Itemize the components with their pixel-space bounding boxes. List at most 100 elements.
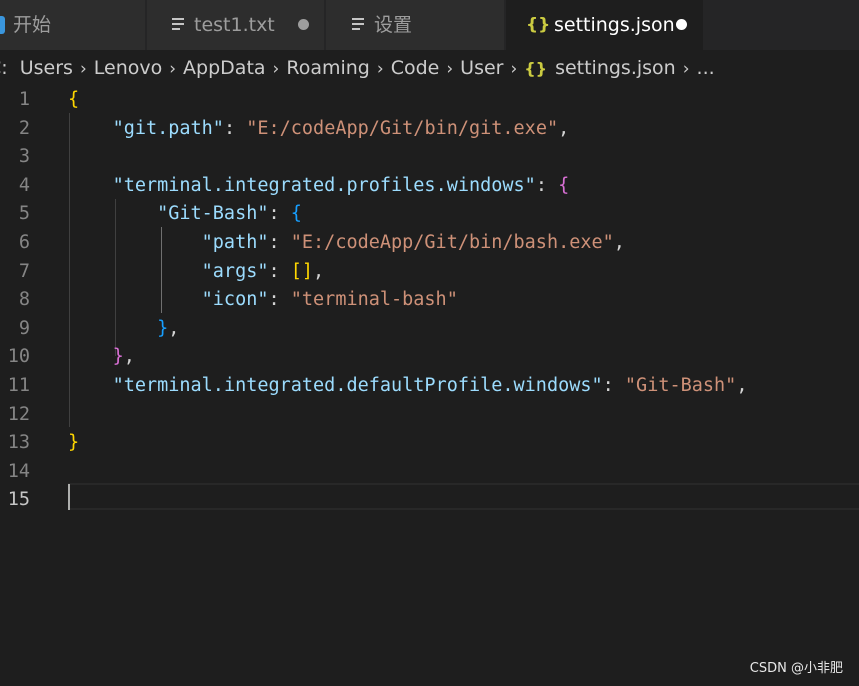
line-number: 4 — [18, 174, 30, 196]
chevron-right-icon: › — [446, 59, 454, 79]
code-token: , — [168, 317, 180, 339]
json-braces-icon: {} — [526, 15, 551, 35]
code-line[interactable]: 7 "args": [], — [0, 258, 859, 287]
code-text: } — [68, 429, 79, 458]
code-text: { — [68, 86, 79, 115]
code-line[interactable]: 13} — [0, 429, 859, 458]
code-text: "terminal.integrated.profiles.windows": … — [68, 172, 570, 201]
chevron-right-icon: › — [510, 59, 518, 79]
tab-settings-json[interactable]: {} settings.json — [506, 0, 703, 50]
code-text: "Git-Bash": { — [68, 200, 302, 229]
code-token: "Git-Bash" — [624, 375, 737, 396]
line-number: 5 — [18, 203, 30, 225]
code-line[interactable]: 10 }, — [0, 343, 859, 372]
line-number: 8 — [18, 289, 30, 311]
code-token: : — [535, 174, 559, 196]
code-token: : — [268, 203, 291, 225]
code-line[interactable]: 3 — [0, 143, 859, 172]
code-token: "args" — [201, 260, 269, 282]
breadcrumb: C: Users › Lenovo › AppData › Roaming › Code › Use… — [0, 50, 859, 86]
code-token: "terminal.integrated.defaultProfile.wind… — [112, 375, 603, 396]
code-line[interactable]: 12 — [0, 401, 859, 430]
chevron-right-icon: › — [376, 59, 384, 79]
chevron-right-icon: › — [79, 59, 87, 79]
code-token: "path" — [201, 232, 269, 253]
line-number: 11 — [7, 375, 30, 396]
code-line[interactable]: 14 — [0, 458, 859, 487]
code-editor[interactable]: 1{2 "git.path": "E:/codeApp/Git/bin/git.… — [0, 86, 859, 686]
code-line[interactable]: 15 — [0, 486, 859, 515]
code-token: "Git-Bash" — [157, 203, 269, 225]
code-line[interactable]: 9 }, — [0, 315, 859, 344]
tab-label: 设置 — [374, 14, 413, 36]
code-token: "E:/codeApp/Git/bin/git.exe" — [246, 117, 559, 139]
breadcrumb-item-file[interactable]: settings.json — [555, 57, 676, 79]
code-token: , — [613, 232, 625, 253]
tab-label: test1.txt — [194, 14, 275, 36]
code-token: } — [112, 346, 124, 368]
code-token: { — [290, 203, 302, 225]
code-token: , — [736, 375, 748, 396]
code-token: : — [602, 375, 625, 396]
tab-welcome[interactable]: 开始 — [0, 0, 145, 50]
code-text: "args": [], — [68, 258, 325, 287]
tab-label: settings.json — [554, 14, 675, 36]
code-token: "icon" — [201, 289, 269, 311]
code-token: "terminal-bash" — [290, 289, 458, 311]
breadcrumb-item-appdata[interactable]: AppData — [183, 57, 266, 79]
code-line[interactable]: 2 "git.path": "E:/codeApp/Git/bin/git.ex… — [0, 115, 859, 144]
breadcrumb-item-lenovo[interactable]: Lenovo — [94, 57, 162, 79]
code-line[interactable]: 8 "icon": "terminal-bash" — [0, 286, 859, 315]
line-number: 15 — [7, 489, 30, 511]
code-token: "E:/codeApp/Git/bin/bash.exe" — [290, 232, 614, 253]
breadcrumb-item-code[interactable]: Code — [391, 57, 440, 79]
code-token: : — [268, 260, 291, 282]
code-token: } — [157, 317, 169, 339]
breadcrumb-item-roaming[interactable]: Roaming — [286, 57, 370, 79]
line-number: 12 — [7, 403, 30, 425]
line-number: 10 — [7, 346, 30, 368]
breadcrumb-item-symbols[interactable]: ... — [697, 57, 715, 79]
line-number: 2 — [18, 117, 30, 139]
code-token: : — [268, 289, 291, 311]
code-text: }, — [68, 343, 135, 372]
code-token: { — [558, 174, 570, 196]
text-file-icon — [172, 18, 184, 33]
vscode-logo-icon — [0, 16, 5, 34]
code-line[interactable]: 11 "terminal.integrated.defaultProfile.w… — [0, 372, 859, 401]
tab-label: 开始 — [13, 14, 52, 36]
unsaved-dot-icon[interactable] — [298, 19, 309, 30]
unsaved-dot-icon[interactable] — [676, 19, 687, 30]
code-line[interactable]: 1{ — [0, 86, 859, 115]
code-line[interactable]: 6 "path": "E:/codeApp/Git/bin/bash.exe", — [0, 229, 859, 258]
json-braces-icon: {} — [524, 59, 548, 78]
chevron-right-icon: › — [682, 59, 690, 79]
breadcrumb-drive[interactable]: C: — [0, 57, 8, 79]
line-number: 3 — [18, 146, 30, 168]
code-token: : — [268, 232, 291, 253]
line-number: 13 — [7, 432, 30, 454]
breadcrumb-item-user[interactable]: User — [460, 57, 503, 79]
code-token: , — [558, 117, 570, 139]
code-line[interactable]: 5 "Git-Bash": { — [0, 200, 859, 229]
breadcrumb-item-users[interactable]: Users — [20, 57, 73, 79]
line-number: 7 — [18, 260, 30, 282]
code-text: "icon": "terminal-bash" — [68, 286, 458, 315]
tab-test1[interactable]: test1.txt — [147, 0, 324, 50]
watermark: CSDN @小非肥 — [749, 661, 843, 676]
code-text: }, — [68, 315, 179, 344]
code-text: "path": "E:/codeApp/Git/bin/bash.exe", — [68, 229, 625, 258]
tab-settings-ui[interactable]: 设置 — [326, 0, 504, 50]
code-line[interactable]: 4 "terminal.integrated.profiles.windows"… — [0, 172, 859, 201]
code-token: : — [223, 117, 247, 139]
chevron-right-icon: › — [169, 59, 177, 79]
code-token: , — [313, 260, 325, 282]
code-token: "git.path" — [112, 117, 224, 139]
